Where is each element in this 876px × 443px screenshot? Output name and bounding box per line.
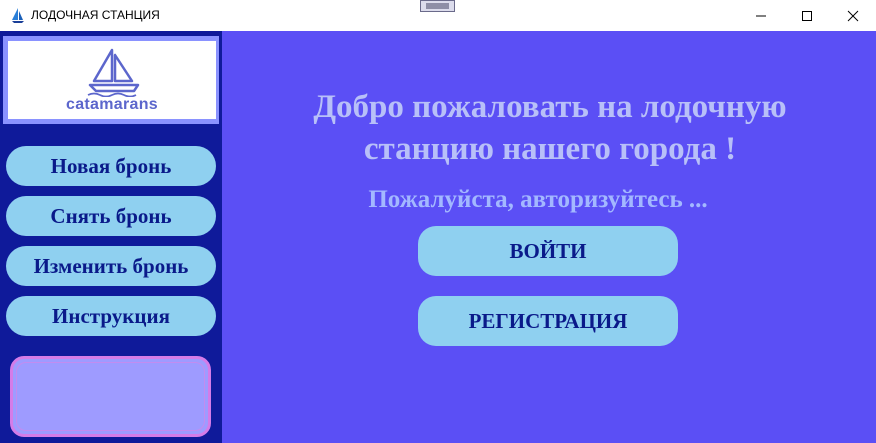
welcome-heading: Добро пожаловать на лодочную станцию наш… <box>240 86 860 170</box>
minimize-icon <box>756 15 766 17</box>
auth-prompt: Пожалуйста, авторизуйтесь ... <box>368 186 708 213</box>
app-window: ЛОДОЧНАЯ СТАНЦИЯ catamarans Новая бронь … <box>0 0 876 443</box>
info-panel <box>10 356 211 437</box>
minimize-button[interactable] <box>738 0 784 31</box>
register-button[interactable]: РЕГИСТРАЦИЯ <box>418 296 678 346</box>
sailboat-icon <box>12 8 24 23</box>
login-button[interactable]: ВОЙТИ <box>418 226 678 276</box>
window-title: ЛОДОЧНАЯ СТАНЦИЯ <box>31 8 160 22</box>
maximize-button[interactable] <box>784 0 830 31</box>
instructions-button[interactable]: Инструкция <box>6 296 216 336</box>
logo-text: catamarans <box>66 96 158 113</box>
window-grip-icon[interactable] <box>420 0 455 12</box>
info-panel-inner <box>16 362 205 431</box>
new-booking-button[interactable]: Новая бронь <box>6 146 216 186</box>
catamaran-logo-icon <box>87 48 140 97</box>
logo: catamarans <box>8 41 216 119</box>
welcome-heading-line1: Добро пожаловать на лодочную <box>313 89 787 125</box>
cancel-booking-button[interactable]: Снять бронь <box>6 196 216 236</box>
edit-booking-button[interactable]: Изменить бронь <box>6 246 216 286</box>
close-button[interactable] <box>830 0 876 31</box>
welcome-heading-line2: станцию нашего города ! <box>363 131 737 167</box>
close-icon <box>847 10 859 22</box>
title-bar[interactable]: ЛОДОЧНАЯ СТАНЦИЯ <box>0 0 876 31</box>
maximize-icon <box>802 11 812 21</box>
